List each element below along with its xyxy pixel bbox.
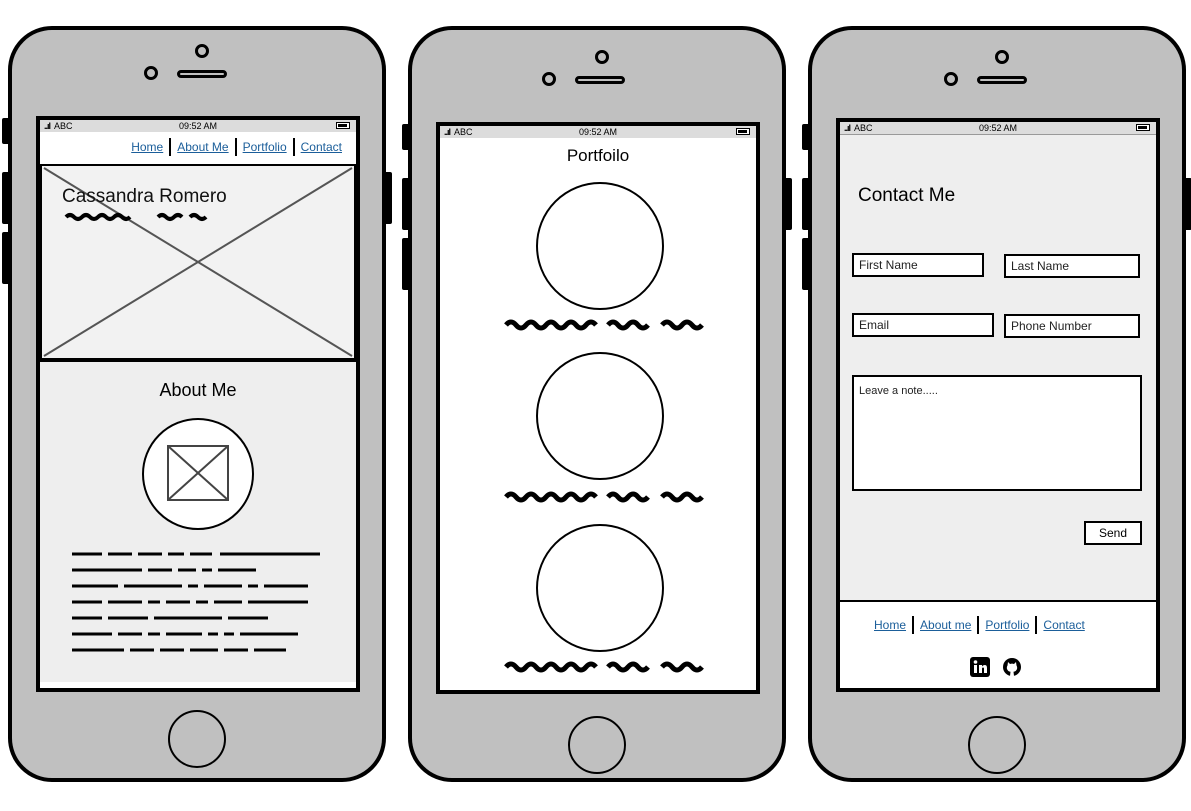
nav-link-home[interactable]: Home (125, 140, 169, 154)
top-nav: Home About Me Portfolio Contact (125, 138, 348, 156)
about-title: About Me (159, 380, 237, 400)
home-button[interactable] (568, 716, 626, 774)
speaker-bar (977, 76, 1027, 84)
hero-image-placeholder: Cassandra Romero (40, 164, 356, 360)
send-button[interactable]: Send (1084, 521, 1142, 545)
phone-screen: ..ıl ABC 09:52 AM Home About Me Portfoli… (36, 116, 360, 692)
side-button (802, 238, 810, 290)
status-bar: ..ıl ABC 09:52 AM (840, 122, 1156, 134)
nav-link-about[interactable]: About Me (171, 140, 234, 154)
about-section: About Me (40, 360, 356, 682)
home-button[interactable] (968, 716, 1026, 774)
portfolio-caption-scribble (504, 319, 704, 331)
email-field[interactable]: Email (852, 313, 994, 337)
phone-number-field[interactable]: Phone Number (1004, 314, 1140, 338)
footer: Home About me Portfolio Contact (840, 600, 1156, 688)
footer-link-home[interactable]: Home (868, 618, 912, 632)
github-icon[interactable] (1002, 657, 1022, 677)
paragraph-scribble (72, 552, 320, 652)
portfolio-item-thumbnail[interactable] (536, 182, 664, 310)
portfolio-item-thumbnail[interactable] (536, 352, 664, 480)
side-button (402, 238, 410, 290)
last-name-field[interactable]: Last Name (1004, 254, 1140, 278)
footer-link-about[interactable]: About me (914, 618, 977, 632)
side-button (802, 178, 810, 230)
nav-link-portfolio[interactable]: Portfolio (237, 140, 293, 154)
side-button (2, 172, 10, 224)
portfolio-caption-scribble (504, 661, 704, 673)
side-button (2, 118, 10, 144)
side-button (1184, 178, 1191, 230)
portfolio-caption-scribble (504, 491, 704, 503)
placeholder-text-scribble (64, 213, 208, 221)
nav-link-contact[interactable]: Contact (295, 140, 348, 154)
status-bar: ..ıl ABC 09:52 AM (40, 120, 356, 132)
clock: 09:52 AM (178, 121, 218, 131)
portfolio-title: Portfoilo (566, 146, 630, 165)
home-button[interactable] (168, 710, 226, 768)
phone-mockup-contact: ..ıl ABC 09:52 AM Contact Me First Name … (802, 26, 1191, 782)
footer-link-contact[interactable]: Contact (1037, 618, 1090, 632)
clock: 09:52 AM (578, 127, 618, 137)
camera-dot (595, 50, 609, 64)
side-button (784, 178, 792, 230)
status-bar: ..ıl ABC 09:52 AM (440, 126, 756, 138)
clock: 09:52 AM (978, 123, 1018, 133)
linkedin-icon[interactable] (970, 657, 990, 677)
note-textarea[interactable]: Leave a note..... (852, 375, 1142, 491)
camera-dot (542, 72, 556, 86)
side-button (402, 178, 410, 230)
side-button (402, 124, 410, 150)
contact-section: Contact Me First Name Last Name Email Ph… (840, 134, 1156, 600)
profile-avatar (142, 418, 254, 530)
phone-mockup-home: ..ıl ABC 09:52 AM Home About Me Portfoli… (2, 26, 392, 782)
side-button (2, 232, 10, 284)
phone-screen: ..ıl ABC 09:52 AM Portfoilo (436, 122, 760, 694)
side-button (384, 172, 392, 224)
camera-dot (144, 66, 158, 80)
phone-mockup-portfolio: ..ıl ABC 09:52 AM Portfoilo (402, 26, 792, 782)
image-placeholder-icon (167, 445, 229, 501)
speaker-bar (575, 76, 625, 84)
speaker-bar (177, 70, 227, 78)
camera-dot (195, 44, 209, 58)
camera-dot (995, 50, 1009, 64)
hero-name: Cassandra Romero (62, 186, 227, 207)
camera-dot (944, 72, 958, 86)
first-name-field[interactable]: First Name (852, 253, 984, 277)
footer-nav: Home About me Portfolio Contact (868, 616, 1091, 634)
portfolio-item-thumbnail[interactable] (536, 524, 664, 652)
battery-icon (336, 122, 350, 129)
battery-icon (1136, 124, 1150, 131)
phone-screen: ..ıl ABC 09:52 AM Contact Me First Name … (836, 118, 1160, 692)
contact-title: Contact Me (858, 185, 956, 206)
footer-link-portfolio[interactable]: Portfolio (979, 618, 1035, 632)
battery-icon (736, 128, 750, 135)
side-button (802, 124, 810, 150)
